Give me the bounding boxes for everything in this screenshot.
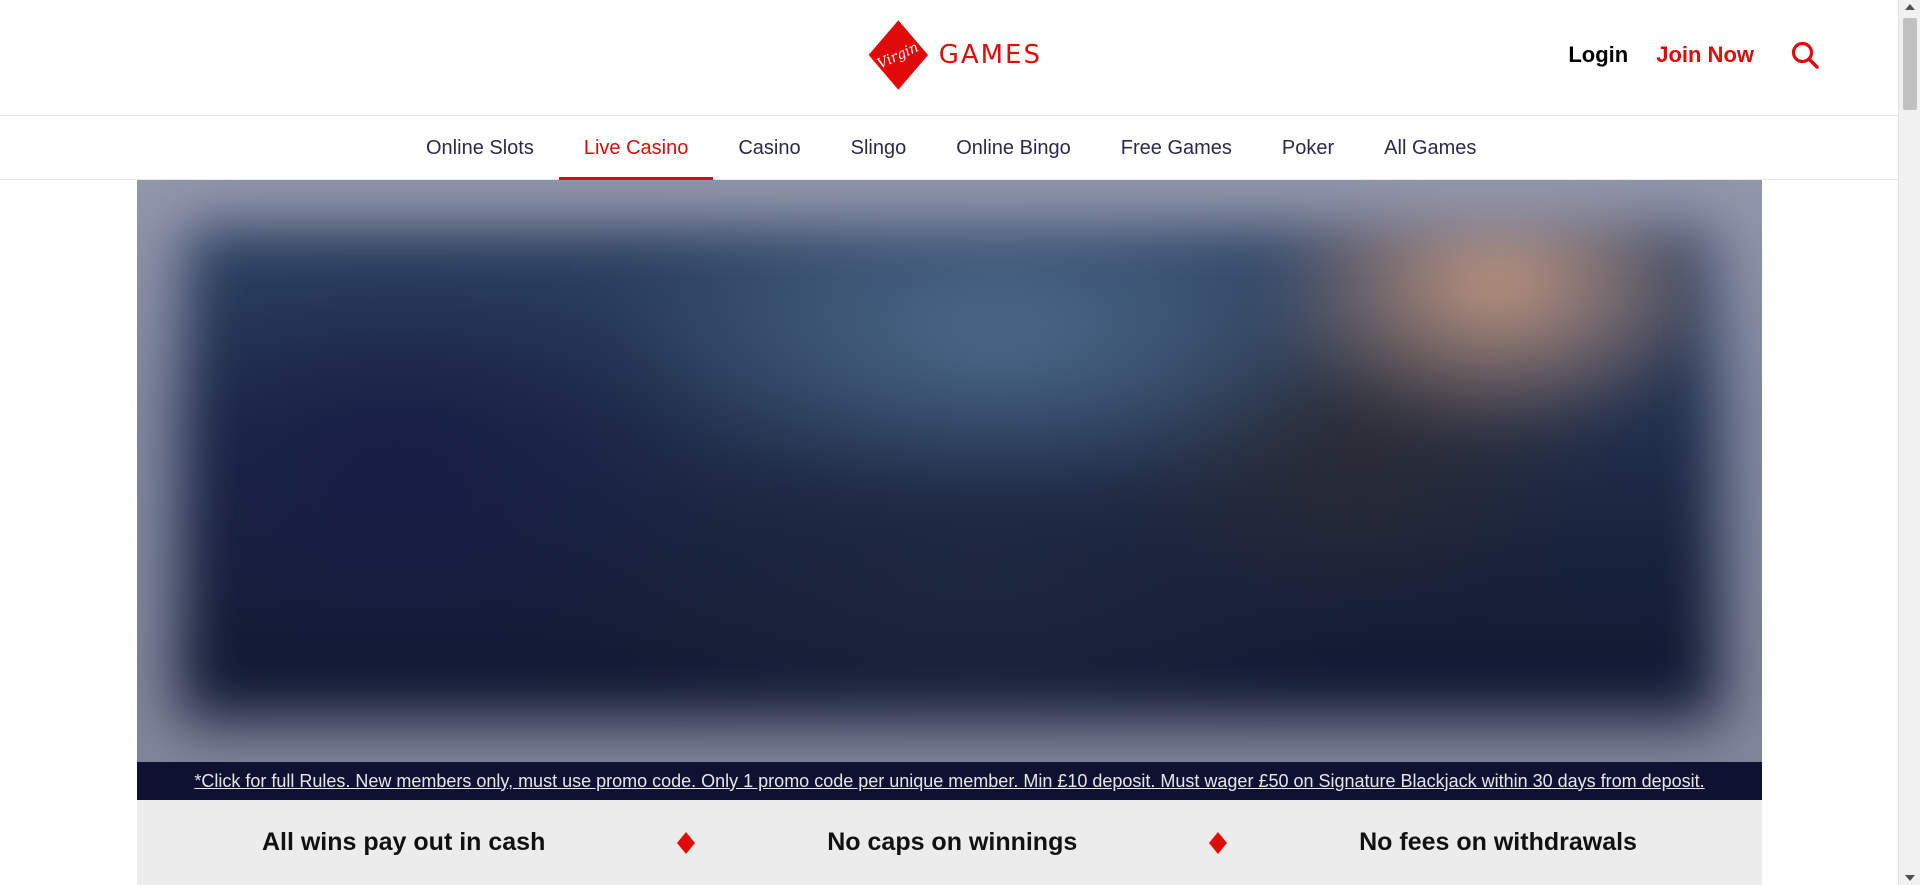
nav-items: Online Slots Live Casino Casino Slingo Onlin… <box>401 116 1501 180</box>
scroll-down-arrow-icon[interactable] <box>1905 875 1915 881</box>
vertical-scrollbar[interactable] <box>1898 0 1920 885</box>
site-header: Virgin GAMES Login Join Now <box>0 0 1898 116</box>
logo-games-text: GAMES <box>938 40 1042 70</box>
main-nav: Online Slots Live Casino Casino Slingo Onlin… <box>0 116 1898 180</box>
virgin-games-logo[interactable]: Virgin GAMES <box>862 10 1042 100</box>
nav-item-all-games[interactable]: All Games <box>1359 116 1501 180</box>
nav-item-online-slots[interactable]: Online Slots <box>401 116 559 180</box>
virgin-diamond-icon: Virgin <box>868 20 929 90</box>
scroll-thumb[interactable] <box>1903 18 1917 110</box>
nav-item-slingo[interactable]: Slingo <box>826 116 932 180</box>
feature-cash-wins: All wins pay out in cash <box>261 828 546 856</box>
nav-item-casino[interactable]: Casino <box>713 116 825 180</box>
nav-item-online-bingo[interactable]: Online Bingo <box>931 116 1096 180</box>
terms-bar: *Click for full Rules. New members only,… <box>137 762 1762 800</box>
login-button[interactable]: Login <box>1568 42 1628 68</box>
join-now-button[interactable]: Join Now <box>1656 42 1754 68</box>
terms-link[interactable]: *Click for full Rules. New members only,… <box>194 771 1704 792</box>
scroll-up-arrow-icon[interactable] <box>1905 4 1915 10</box>
diamond-separator-icon <box>1209 831 1228 854</box>
feature-no-caps: No caps on winnings <box>827 828 1078 856</box>
nav-item-live-casino[interactable]: Live Casino <box>558 116 714 180</box>
search-icon[interactable] <box>1790 40 1820 70</box>
header-actions: Login Join Now <box>1568 40 1820 70</box>
features-bar: All wins pay out in cash No caps on winn… <box>137 800 1762 885</box>
hero-banner[interactable] <box>137 180 1762 762</box>
hero-image-blurred <box>177 210 1722 722</box>
feature-no-fees: No fees on withdrawals <box>1359 828 1637 856</box>
nav-item-poker[interactable]: Poker <box>1257 116 1359 180</box>
nav-item-free-games[interactable]: Free Games <box>1096 116 1257 180</box>
diamond-separator-icon <box>677 831 696 854</box>
